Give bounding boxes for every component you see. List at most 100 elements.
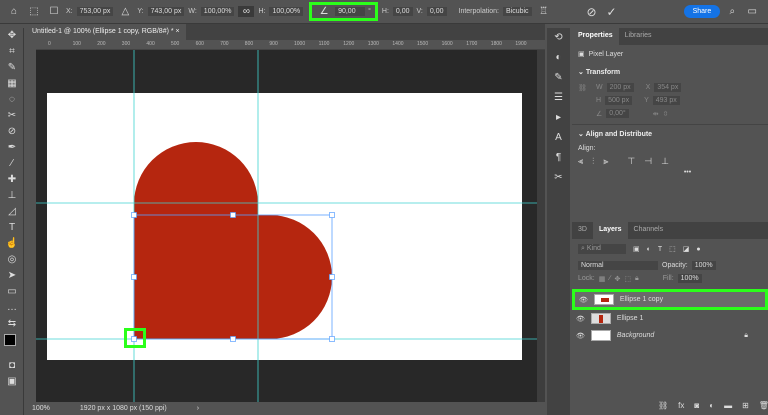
dodge-tool-icon[interactable]: ◎ (0, 252, 24, 268)
close-tab-icon[interactable]: × (176, 28, 180, 35)
align-middle-icon[interactable]: ⊣ (644, 156, 652, 167)
link-icon[interactable]: ⛓ (578, 84, 592, 92)
kind-filter[interactable]: ⌕ Kind (578, 244, 626, 254)
vertical-scrollbar[interactable] (537, 50, 545, 402)
interpolation-select[interactable]: Bicubic (502, 7, 532, 16)
filter-shape-icon[interactable]: ⬚ (669, 245, 676, 253)
new-layer-icon[interactable]: ⊞ (742, 401, 749, 410)
transform-reference-icon[interactable]: ⬚ (26, 6, 42, 17)
angle-field[interactable]: 0,00° (606, 109, 629, 118)
h-skew-field[interactable]: 0,00 (392, 7, 413, 16)
cancel-transform-icon[interactable]: ⊘ (584, 5, 600, 19)
workspace-icon[interactable]: ▭ (744, 6, 760, 17)
transform-handle[interactable] (230, 336, 236, 342)
rectangle-tool-icon[interactable]: ▭ (0, 284, 24, 300)
stamp-tool-icon[interactable]: ⊥ (0, 188, 24, 204)
opacity-field[interactable]: 100% (691, 261, 716, 270)
lock-artboard-icon[interactable]: ⬚ (624, 275, 631, 283)
actions-icon[interactable]: ▸ (547, 108, 570, 128)
marquee-tool-icon[interactable]: ◌ (0, 92, 24, 108)
quick-select-tool-icon[interactable]: ⊘ (0, 124, 24, 140)
layer-row-ellipse-1[interactable]: 👁︎ Ellipse 1 (572, 310, 768, 327)
foreground-color[interactable] (4, 334, 16, 346)
screen-mode-icon[interactable]: ▣ (0, 374, 24, 390)
commit-transform-icon[interactable]: ✓ (604, 5, 620, 19)
adjustment-layer-icon[interactable]: ◐ (709, 401, 714, 410)
filter-adjustment-icon[interactable]: ◐ (647, 246, 651, 253)
crop-tool-icon[interactable]: ⌗ (0, 44, 24, 60)
tools-icon[interactable]: ✂ (547, 168, 570, 188)
paragraph-icon[interactable]: ¶ (547, 148, 570, 168)
flip-vertical-icon[interactable]: ⇳ (663, 110, 669, 118)
filter-type-icon[interactable]: T (658, 246, 662, 253)
warp-icon[interactable]: ♖ (536, 6, 552, 17)
search-icon[interactable]: ⌕ (724, 6, 740, 17)
history-icon[interactable]: ⟲ (547, 28, 570, 48)
quick-mask-icon[interactable]: ◘ (0, 358, 24, 374)
filter-smart-icon[interactable]: ◪ (683, 245, 690, 253)
transform-section[interactable]: ⌄ Transform (572, 63, 768, 81)
transform-handle[interactable] (230, 212, 236, 218)
path-select-tool-icon[interactable]: ➤ (0, 268, 24, 284)
more-options[interactable]: ••• (572, 169, 768, 176)
canvas-area[interactable] (36, 50, 537, 402)
lock-position-icon[interactable]: ✥ (615, 275, 621, 283)
link-icon[interactable]: ∞ (238, 6, 255, 17)
x-field[interactable]: 354 px (654, 83, 682, 92)
document-tab[interactable]: Untitled-1 @ 100% (Ellipse 1 copy, RGB/8… (26, 24, 186, 40)
align-section[interactable]: ⌄ Align and Distribute (572, 124, 768, 143)
align-top-icon[interactable]: ⊤ (627, 156, 635, 167)
fill-field[interactable]: 100% (677, 274, 702, 283)
lasso-tool-icon[interactable]: ✂ (0, 108, 24, 124)
home-icon[interactable]: ⌂ (6, 6, 22, 17)
healing-tool-icon[interactable]: ✚ (0, 172, 24, 188)
h-field[interactable]: 100,00% (269, 7, 304, 16)
fx-icon[interactable]: fx (678, 401, 684, 410)
tab-properties[interactable]: Properties (572, 28, 619, 45)
align-left-icon[interactable]: ⫷ (578, 156, 583, 167)
pen-tool-icon[interactable]: ✒ (0, 140, 24, 156)
brush-tool-icon[interactable]: ∕ (0, 156, 24, 172)
type-tool-icon[interactable]: T (0, 220, 24, 236)
visibility-eye-icon[interactable]: 👁︎ (579, 296, 588, 304)
filter-pixel-icon[interactable]: ▣ (633, 245, 640, 253)
w-field[interactable]: 100,00% (200, 7, 235, 16)
reference-point-checkbox[interactable]: ☐ (46, 6, 62, 17)
flip-horizontal-icon[interactable]: ⇹ (653, 110, 659, 118)
transform-handle[interactable] (131, 212, 137, 218)
share-button[interactable]: Share (683, 5, 721, 18)
group-icon[interactable]: ▬ (724, 401, 732, 410)
smudge-tool-icon[interactable]: ☝ (0, 236, 24, 252)
tab-layers[interactable]: Layers (592, 222, 628, 239)
more-tools-icon[interactable]: … (0, 300, 24, 316)
layer-comps-icon[interactable]: ☰ (547, 88, 570, 108)
align-center-h-icon[interactable]: ⫶ (592, 156, 594, 167)
link-layers-icon[interactable]: ⛓ (658, 401, 668, 410)
h-field[interactable]: 500 px (605, 96, 633, 105)
status-menu-arrow[interactable]: › (197, 405, 199, 412)
transform-handle[interactable] (329, 274, 335, 280)
align-bottom-icon[interactable]: ⊥ (661, 156, 669, 167)
align-right-icon[interactable]: ⫸ (603, 156, 608, 167)
brush-settings-icon[interactable]: ✎ (547, 68, 570, 88)
delete-layer-icon[interactable]: 🗑︎ (759, 401, 768, 410)
adjustments-icon[interactable]: ◐ (547, 48, 570, 68)
filter-toggle-icon[interactable]: ● (696, 246, 700, 253)
swap-colors-icon[interactable]: ⇆ (0, 316, 24, 332)
tab-channels[interactable]: Channels (628, 222, 670, 239)
transform-handle[interactable] (329, 212, 335, 218)
blend-mode-select[interactable]: Normal (578, 261, 658, 270)
y-field[interactable]: 493 px (652, 96, 680, 105)
layer-row-background[interactable]: 👁︎ Background 🔒︎ (572, 327, 768, 344)
color-swatches[interactable] (0, 332, 23, 358)
character-icon[interactable]: A (547, 128, 570, 148)
visibility-eye-icon[interactable]: 👁︎ (576, 332, 585, 340)
tab-3d[interactable]: 3D (572, 222, 593, 239)
visibility-eye-icon[interactable]: 👁︎ (576, 315, 585, 323)
gradient-tool-icon[interactable]: ▦ (0, 76, 24, 92)
eyedropper-tool-icon[interactable]: ✎ (0, 60, 24, 76)
v-skew-field[interactable]: 0,00 (426, 7, 447, 16)
eraser-tool-icon[interactable]: ◿ (0, 204, 24, 220)
tab-libraries[interactable]: Libraries (619, 28, 658, 45)
x-field[interactable]: 753,00 px (76, 7, 114, 16)
